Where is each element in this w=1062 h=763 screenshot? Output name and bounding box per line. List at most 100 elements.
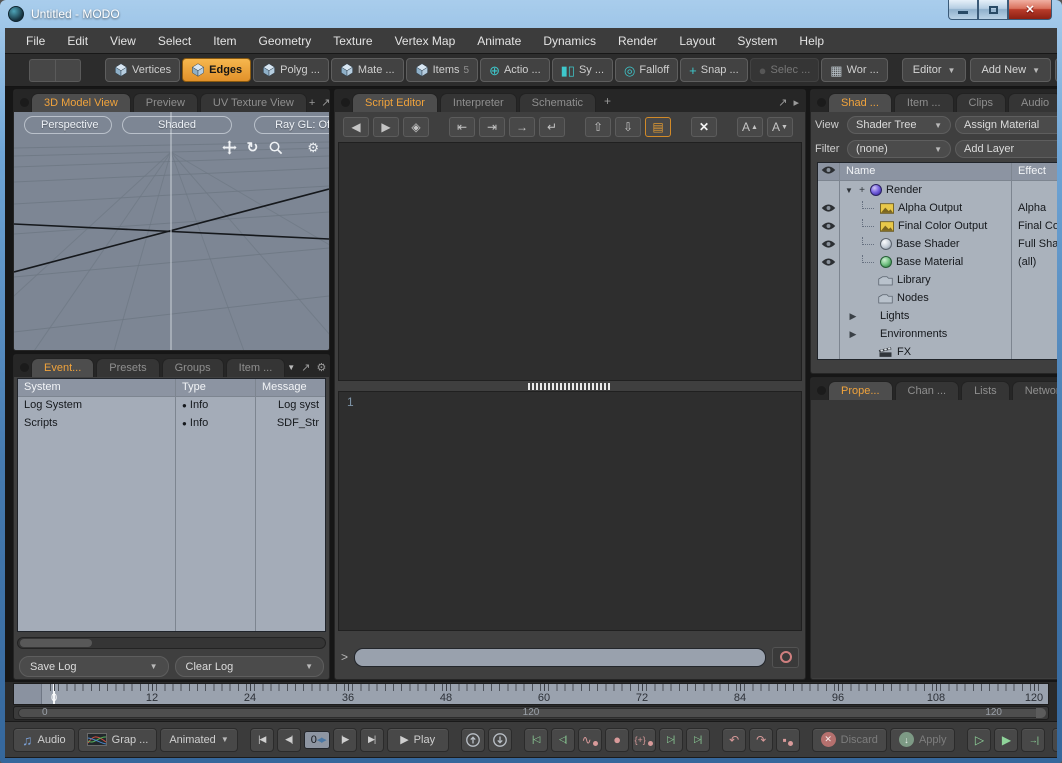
menu-edit[interactable]: Edit [56, 30, 99, 52]
settings-button[interactable]: ⚙ Sett ... [1052, 728, 1057, 752]
menu-view[interactable]: View [99, 30, 147, 52]
event-row-message[interactable]: SDF_Str [256, 415, 325, 433]
gear-icon[interactable]: ⚙ [316, 361, 326, 374]
chevron-down-icon[interactable]: ▼ [287, 363, 295, 372]
animated-dropdown[interactable]: Animated ▼ [160, 728, 237, 752]
menu-file[interactable]: File [15, 30, 56, 52]
editor-splitter[interactable] [335, 381, 805, 391]
symmetry-button[interactable]: ▮▯ Sy ... [552, 58, 613, 82]
tab-schematic[interactable]: Schematic [519, 93, 596, 112]
tab-groups[interactable]: Groups [162, 358, 224, 377]
event-row-system[interactable]: Log System [18, 397, 175, 415]
play-range-button[interactable]: ▷ [967, 728, 991, 752]
timeline-range-slider[interactable]: 0 120 120 [13, 706, 1049, 720]
menu-render[interactable]: Render [607, 30, 668, 52]
add-new-dropdown[interactable]: Add New ▼ [970, 58, 1051, 82]
timeline-ruler[interactable]: 0 12 24 36 48 60 72 84 96 108 120 [13, 683, 1049, 705]
panel-notch[interactable] [341, 98, 350, 107]
tree-row-environments[interactable]: ▶ Environments [840, 325, 1011, 343]
tree-row-base-shader[interactable]: Base Shader [840, 235, 1011, 253]
effect-value[interactable]: (all) [1012, 253, 1057, 271]
filter-dropdown[interactable]: (none)▼ [847, 140, 951, 158]
column-header-effect[interactable]: Effect [1012, 163, 1057, 181]
tree-row-base-material[interactable]: Base Material [840, 253, 1011, 271]
tab-script-editor[interactable]: Script Editor [352, 93, 438, 112]
close-button[interactable]: ✕ [1008, 0, 1052, 20]
event-row-message[interactable]: Log syst [256, 397, 325, 415]
column-header-name[interactable]: Name [840, 163, 1011, 181]
pan-icon[interactable] [222, 140, 237, 155]
action-center-button[interactable]: ⊕ Actio ... [480, 58, 550, 82]
undo-key-button[interactable]: ↶ [722, 728, 746, 752]
viewport-3d[interactable]: Perspective Shaded Ray GL: Off ↻ ⚙ [14, 112, 329, 351]
key-square-button[interactable]: ▪ [776, 728, 800, 752]
visibility-toggle[interactable] [818, 235, 839, 253]
tab-lists[interactable]: Lists [961, 381, 1010, 400]
menu-help[interactable]: Help [788, 30, 835, 52]
assign-material-button[interactable]: Assign Material [955, 116, 1057, 134]
visibility-toggle[interactable] [818, 217, 839, 235]
expander-closed-icon[interactable]: ▶ [848, 311, 858, 322]
vertices-mode-button[interactable]: Vertices [105, 58, 180, 82]
discard-button[interactable]: ✕ Discard [812, 728, 887, 752]
ray-gl-button[interactable]: Ray GL: Off [254, 116, 329, 134]
tab-preview[interactable]: Preview [133, 93, 198, 112]
work-plane-button[interactable]: ▦ Wor ... [821, 58, 888, 82]
effect-value[interactable]: Full Shading [1012, 235, 1057, 253]
macro-record-button[interactable] [772, 647, 799, 668]
save-script-button[interactable]: ⇩ [615, 117, 641, 137]
time-offset-down-button[interactable] [488, 728, 512, 752]
next-key-button[interactable]: ▷| [659, 728, 683, 752]
tab-presets[interactable]: Presets [96, 358, 159, 377]
tab-clips[interactable]: Clips [956, 93, 1006, 112]
menu-vertex-map[interactable]: Vertex Map [384, 30, 467, 52]
maximize-button[interactable] [978, 0, 1008, 20]
tab-event-log[interactable]: Event... [31, 358, 94, 377]
key-braces-button[interactable]: {+} [632, 728, 656, 752]
tab-shader-tree[interactable]: Shad ... [828, 93, 892, 112]
view-mode-dropdown[interactable]: Shader Tree▼ [847, 116, 951, 134]
tab-audio[interactable]: Audio [1008, 93, 1057, 112]
zoom-icon[interactable] [268, 140, 283, 155]
open-dropdown[interactable]: Open ... ▼ [1055, 58, 1057, 82]
falloff-button[interactable]: ◎ Falloff [615, 58, 678, 82]
polygons-mode-button[interactable]: Polyg ... [253, 58, 329, 82]
split-view-button[interactable]: ▤ [645, 117, 671, 137]
graph-editor-button[interactable]: Grap ... [78, 728, 158, 752]
event-row-system[interactable]: Scripts [18, 415, 175, 433]
menu-system[interactable]: System [726, 30, 788, 52]
perspective-button[interactable]: Perspective [24, 116, 112, 134]
shift-left-button[interactable]: ⇤ [449, 117, 475, 137]
clear-log-dropdown[interactable]: Clear Log ▼ [175, 656, 325, 677]
effect-value[interactable]: Final Color [1012, 217, 1057, 235]
blank-slot-button[interactable] [29, 59, 55, 82]
edges-mode-button[interactable]: Edges [182, 58, 251, 82]
snapping-button[interactable]: + Snap ... [680, 58, 748, 82]
apply-button[interactable]: ↓ Apply [890, 728, 956, 752]
tree-row-nodes[interactable]: Nodes [840, 289, 1011, 307]
expand-panel-icon[interactable]: ↗ [321, 96, 330, 109]
previous-key-button[interactable]: |◁ [524, 728, 548, 752]
range-right-handle[interactable] [1036, 708, 1046, 718]
auto-key-button[interactable]: ∿ [578, 728, 602, 752]
tab-item-list[interactable]: Item ... [226, 358, 286, 377]
tab-interpreter[interactable]: Interpreter [440, 93, 517, 112]
play-button[interactable]: ▶ Play [387, 728, 449, 752]
add-tab-icon[interactable]: + [604, 94, 611, 108]
visibility-toggle[interactable] [818, 253, 839, 271]
column-header-message[interactable]: Message [256, 379, 325, 397]
font-decrease-button[interactable]: A▼ [767, 117, 793, 137]
visibility-toggle[interactable] [818, 199, 839, 217]
scrollbar-thumb[interactable] [20, 639, 92, 647]
select-sets-button[interactable]: ● Selec ... [750, 58, 820, 82]
menu-animate[interactable]: Animate [466, 30, 532, 52]
tab-item-list[interactable]: Item ... [894, 93, 954, 112]
time-offset-up-button[interactable] [461, 728, 485, 752]
tab-channels[interactable]: Chan ... [895, 381, 960, 400]
save-log-dropdown[interactable]: Save Log ▼ [19, 656, 169, 677]
tab-properties[interactable]: Prope... [828, 381, 893, 400]
expand-panel-icon[interactable]: ↗ [301, 361, 310, 374]
tree-row-lights[interactable]: ▶ Lights [840, 307, 1011, 325]
step-button[interactable]: → [509, 117, 535, 137]
nav-back-button[interactable]: ◀ [343, 117, 369, 137]
